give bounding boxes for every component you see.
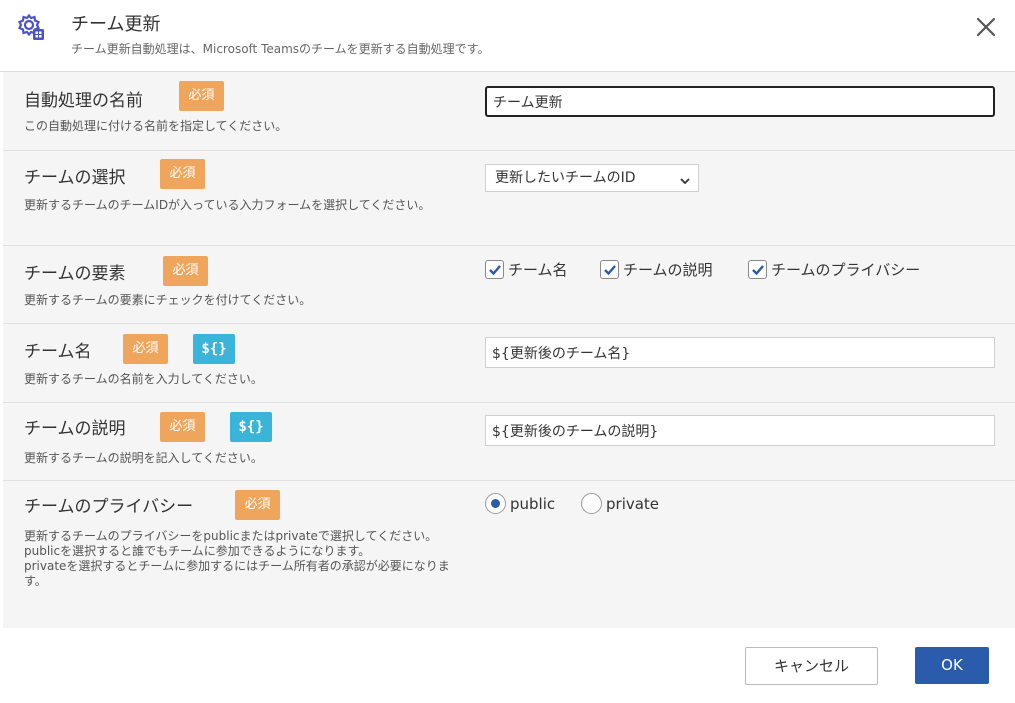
team-privacy-label: チームのプライバシー (24, 497, 194, 517)
dialog-subtitle: チーム更新自動処理は、Microsoft Teamsのチームを更新する自動処理で… (71, 42, 490, 56)
variable-insert-button[interactable]: ${} (230, 412, 272, 442)
dialog-header: チーム更新 チーム更新自動処理は、Microsoft Teamsのチームを更新す… (0, 0, 1015, 72)
automation-name-desc: この自動処理に付ける名前を指定してください。 (24, 119, 288, 133)
cancel-button[interactable]: キャンセル (745, 647, 878, 685)
row-automation-name: 自動処理の名前 必須 この自動処理に付ける名前を指定してください。 (3, 72, 1015, 151)
team-select-label: チームの選択 (24, 168, 126, 188)
checkbox-team-privacy[interactable]: チームのプライバシー (748, 259, 920, 280)
team-privacy-desc-line: privateを選択するとチームに参加するにはチーム所有者の承認が必要になります… (24, 559, 450, 588)
chevron-down-icon (678, 171, 692, 185)
team-name-desc: 更新するチームの名前を入力してください。 (24, 372, 263, 386)
team-id-select[interactable]: 更新したいチームのID (485, 164, 699, 192)
row-team-privacy: チームのプライバシー 必須 更新するチームのプライバシーをpublicまたはpr… (3, 481, 1015, 628)
row-team-elements: チームの要素 必須 更新するチームの要素にチェックを付けてください。 チーム名 … (3, 246, 1015, 324)
team-select-desc: 更新するチームのチームIDが入っている入力フォームを選択してください。 (24, 198, 431, 212)
team-update-dialog: チーム更新 チーム更新自動処理は、Microsoft Teamsのチームを更新す… (0, 0, 1015, 703)
checkbox-checked-icon[interactable] (600, 260, 619, 279)
team-privacy-desc: 更新するチームのプライバシーをpublicまたはprivateで選択してください… (24, 529, 464, 589)
team-elements-desc: 更新するチームの要素にチェックを付けてください。 (24, 293, 312, 307)
required-badge: 必須 (123, 334, 168, 364)
team-privacy-desc-line: 更新するチームのプライバシーをpublicまたはprivateで選択してください… (24, 529, 438, 543)
team-id-select-value: 更新したいチームのID (495, 170, 636, 186)
team-description-label: チームの説明 (24, 419, 126, 439)
radio-label: public (510, 494, 556, 513)
checkbox-checked-icon[interactable] (748, 260, 767, 279)
team-privacy-desc-line: publicを選択すると誰でもチームに参加できるようになります。 (24, 544, 371, 558)
required-badge: 必須 (179, 81, 224, 111)
required-badge: 必須 (235, 490, 280, 520)
automation-name-input[interactable] (485, 86, 995, 117)
team-elements-label: チームの要素 (24, 264, 126, 284)
row-team-select: チームの選択 必須 更新するチームのチームIDが入っている入力フォームを選択して… (3, 151, 1015, 246)
team-description-input[interactable] (485, 415, 995, 446)
checkbox-label: チームのプライバシー (771, 261, 921, 279)
team-name-label: チーム名 (24, 342, 92, 362)
gear-settings-icon (17, 13, 46, 42)
required-badge: 必須 (160, 159, 205, 189)
checkbox-team-description[interactable]: チームの説明 (600, 259, 713, 280)
radio-private[interactable]: private (581, 493, 659, 514)
radio-label: private (606, 494, 660, 513)
dialog-title: チーム更新 (71, 14, 161, 35)
dialog-footer: キャンセル OK (0, 628, 1015, 703)
close-icon[interactable] (972, 13, 1000, 41)
checkbox-team-name[interactable]: チーム名 (485, 259, 568, 280)
variable-insert-button[interactable]: ${} (193, 334, 235, 364)
row-team-description: チームの説明 必須 ${} 更新するチームの説明を記入してください。 (3, 403, 1015, 481)
team-description-desc: 更新するチームの説明を記入してください。 (24, 451, 263, 465)
checkbox-label: チームの説明 (623, 261, 713, 279)
radio-public[interactable]: public (485, 493, 555, 514)
required-badge: 必須 (160, 412, 205, 442)
checkbox-label: チーム名 (508, 261, 568, 279)
form-body: 自動処理の名前 必須 この自動処理に付ける名前を指定してください。 チームの選択… (3, 72, 1015, 628)
radio-selected-icon[interactable] (485, 493, 506, 514)
required-badge: 必須 (163, 256, 208, 286)
ok-button[interactable]: OK (915, 647, 989, 684)
checkbox-checked-icon[interactable] (485, 260, 504, 279)
row-team-name: チーム名 必須 ${} 更新するチームの名前を入力してください。 (3, 324, 1015, 403)
automation-name-label: 自動処理の名前 (24, 91, 143, 111)
radio-unselected-icon[interactable] (581, 493, 602, 514)
team-name-input[interactable] (485, 337, 995, 368)
